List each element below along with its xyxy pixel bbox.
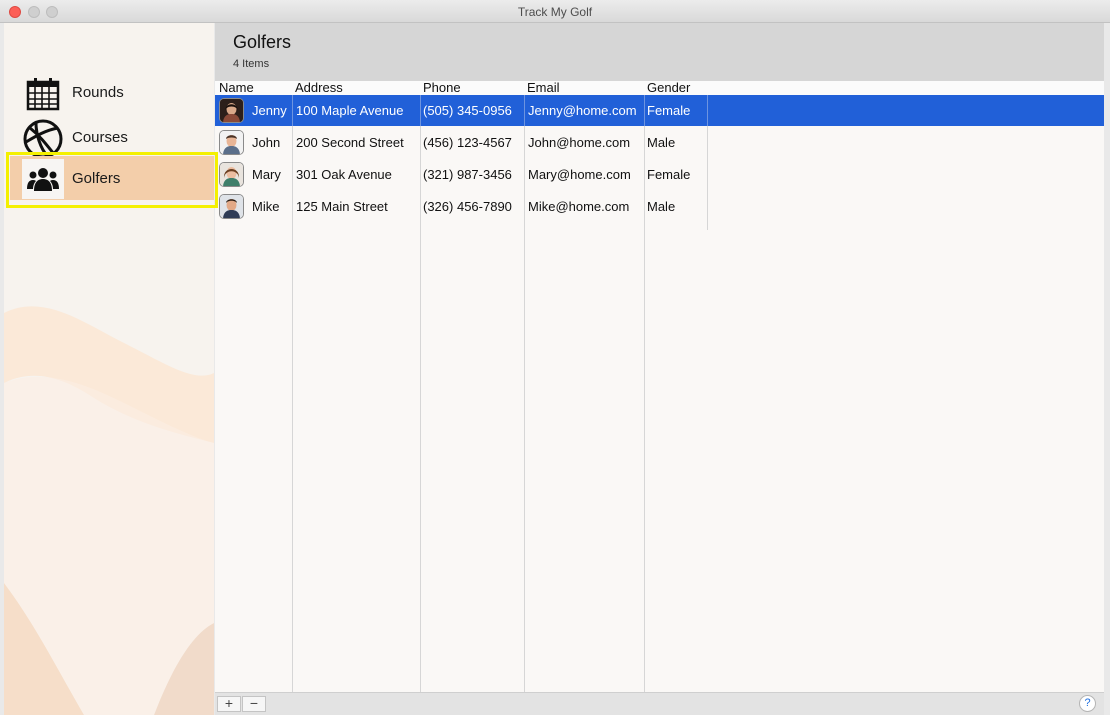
main-content: Golfers 4 Items Name Address Phone Email…: [215, 23, 1104, 715]
column-header-phone[interactable]: Phone: [423, 81, 461, 95]
golfer-gender: Female: [647, 103, 691, 118]
golfer-email: Jenny@home.com: [528, 103, 637, 118]
golfer-address: 100 Maple Avenue: [296, 103, 404, 118]
window-title: Track My Golf: [517, 5, 593, 19]
column-divider: [524, 95, 525, 126]
avatar: [219, 98, 244, 123]
golfer-phone: (321) 987-3456: [423, 167, 512, 182]
bottom-toolbar: + − ?: [215, 692, 1104, 715]
golfer-name: John: [252, 135, 281, 150]
column-header-name[interactable]: Name: [219, 81, 254, 95]
sidebar-item-golfers[interactable]: Golfers: [10, 156, 214, 200]
golfer-phone: (505) 345-0956: [423, 103, 512, 118]
column-header-address[interactable]: Address: [295, 81, 343, 95]
sidebar: Rounds Courses Golfers: [4, 23, 214, 715]
item-count: 4 Items: [233, 58, 270, 70]
sidebar-item-label: Courses: [72, 129, 128, 146]
golfer-email: Mary@home.com: [528, 167, 631, 182]
content-header: Golfers 4 Items: [215, 23, 1104, 81]
remove-golfer-button[interactable]: −: [242, 696, 266, 712]
title-bar[interactable]: Track My Golf: [0, 0, 1110, 23]
golfer-address: 200 Second Street: [296, 135, 404, 150]
avatar: [219, 162, 244, 187]
help-button[interactable]: ?: [1079, 695, 1096, 712]
sidebar-item-label: Golfers: [72, 170, 121, 187]
table-row[interactable]: Jenny 100 Maple Avenue (505) 345-0956 Je…: [215, 95, 1104, 126]
column-header-email[interactable]: Email: [527, 81, 560, 95]
golfer-gender: Female: [647, 167, 691, 182]
app-window: Track My Golf Rounds Courses Golfers Gol…: [0, 0, 1110, 715]
column-header-gender[interactable]: Gender: [647, 81, 690, 95]
golfer-address: 301 Oak Avenue: [296, 167, 392, 182]
sidebar-item-courses[interactable]: Courses: [4, 116, 214, 160]
avatar: [219, 194, 244, 219]
column-divider: [644, 95, 645, 126]
page-title: Golfers: [233, 32, 292, 52]
avatar: [219, 130, 244, 155]
golfer-gender: Male: [647, 135, 676, 150]
golfer-email: Mike@home.com: [528, 199, 630, 214]
sidebar-item-label: Rounds: [72, 84, 124, 101]
golfer-phone: (326) 456-7890: [423, 199, 512, 214]
column-divider: [707, 95, 708, 126]
table-header: Name Address Phone Email Gender: [215, 81, 1104, 95]
table-row[interactable]: John 200 Second Street (456) 123-4567 Jo…: [215, 127, 1104, 158]
golfer-phone: (456) 123-4567: [423, 135, 512, 150]
add-golfer-button[interactable]: +: [217, 696, 241, 712]
golfer-gender: Male: [647, 199, 676, 214]
column-divider: [420, 95, 421, 126]
golfer-name: Jenny: [252, 103, 287, 118]
table-row[interactable]: Mike 125 Main Street (326) 456-7890 Mike…: [215, 191, 1104, 222]
sidebar-item-rounds[interactable]: Rounds: [4, 71, 214, 115]
column-divider: [292, 95, 293, 126]
table-row[interactable]: Mary 301 Oak Avenue (321) 987-3456 Mary@…: [215, 159, 1104, 190]
golfer-address: 125 Main Street: [296, 199, 388, 214]
golfer-name: Mike: [252, 199, 280, 214]
calendar-icon: [22, 75, 64, 113]
globe-icon: [22, 119, 64, 159]
golfer-name: Mary: [252, 167, 281, 182]
golfer-email: John@home.com: [528, 135, 631, 150]
people-icon: [22, 159, 64, 199]
